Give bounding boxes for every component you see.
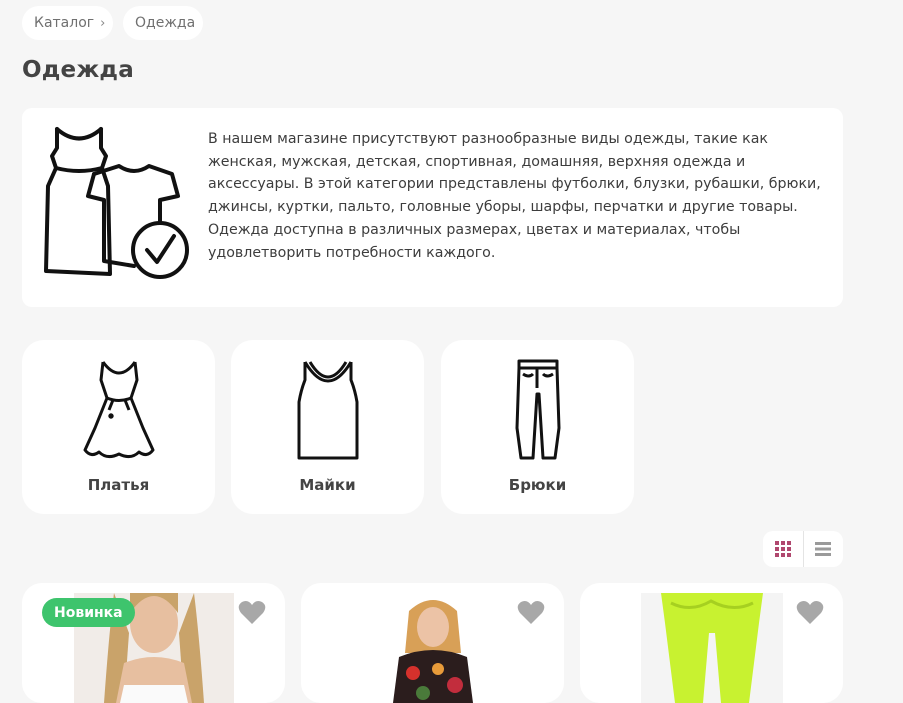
list-icon — [815, 542, 832, 556]
breadcrumb-clothes[interactable]: Одежда — [123, 6, 203, 40]
category-description: В нашем магазине присутствуют разнообраз… — [208, 131, 821, 261]
dress-icon — [83, 361, 154, 459]
breadcrumb-catalog-label: Каталог — [34, 15, 95, 31]
heart-icon[interactable] — [238, 600, 266, 625]
clothes-check-icon — [44, 127, 189, 279]
product-card[interactable]: Новинка — [22, 583, 285, 703]
tank-top-icon — [297, 361, 358, 460]
category-card-tank-tops[interactable]: Майки — [231, 340, 424, 514]
category-label: Майки — [299, 476, 356, 494]
category-card-pants[interactable]: Брюки — [441, 340, 634, 514]
category-card-dresses[interactable]: Платья — [22, 340, 215, 514]
category-label: Брюки — [508, 476, 567, 494]
pants-icon — [515, 359, 560, 460]
grid-icon — [774, 541, 791, 557]
heart-icon[interactable] — [796, 600, 824, 625]
category-label: Платья — [87, 476, 150, 494]
product-card[interactable] — [580, 583, 843, 703]
list-view-button[interactable] — [804, 531, 844, 567]
chevron-right-icon: › — [100, 15, 106, 31]
product-photo — [640, 593, 783, 703]
view-toggle — [763, 531, 843, 567]
heart-icon[interactable] — [517, 600, 545, 625]
grid-view-button[interactable] — [763, 531, 803, 567]
breadcrumb-catalog[interactable]: Каталог › — [22, 6, 113, 40]
page-title: Одежда — [22, 57, 134, 83]
new-badge: Новинка — [42, 598, 135, 627]
breadcrumb-clothes-label: Одежда — [135, 15, 196, 31]
product-photo — [382, 593, 483, 703]
product-card[interactable] — [301, 583, 564, 703]
category-info-card: В нашем магазине присутствуют разнообраз… — [22, 108, 843, 307]
